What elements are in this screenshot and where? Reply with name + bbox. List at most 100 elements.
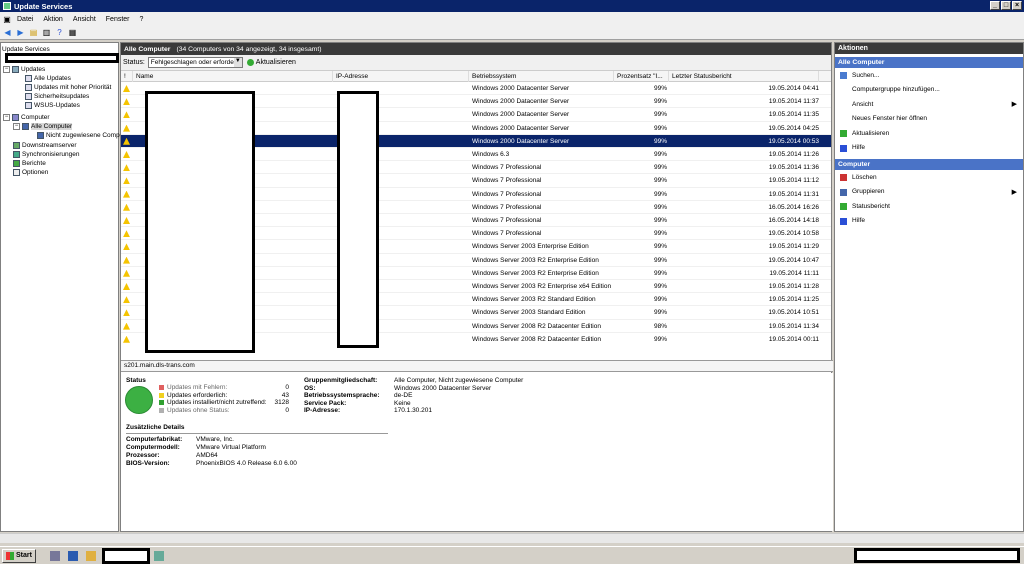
column-header-status[interactable]: ! xyxy=(121,71,133,82)
percent-cell: 99% xyxy=(653,203,667,211)
show-hide-tree-icon[interactable]: ▥ xyxy=(41,28,52,38)
os-cell: Windows Server 2008 R2 Datacenter Editio… xyxy=(472,335,601,343)
column-header-os[interactable]: Betriebssystem xyxy=(469,71,614,82)
warning-icon xyxy=(123,111,130,119)
tree-item-security[interactable]: Sicherheitsupdates xyxy=(25,92,89,101)
wsus-console-icon[interactable] xyxy=(153,550,164,561)
properties-icon[interactable]: ▦ xyxy=(67,28,78,38)
os-cell: Windows 7 Professional xyxy=(472,164,542,172)
action-label: Statusbericht xyxy=(852,202,890,210)
update-view-icon xyxy=(25,102,32,109)
redacted-ip-column xyxy=(337,91,379,348)
tree-item-reports[interactable]: Berichte xyxy=(13,159,46,168)
legend-label: Updates mit Fehlern: xyxy=(167,384,228,391)
tree-item-computer[interactable]: − Computer xyxy=(3,113,50,122)
tree-item-wsus[interactable]: WSUS-Updates xyxy=(25,101,80,110)
action-item[interactable]: Ansicht ▶ xyxy=(835,97,1023,112)
percent-cell: 99% xyxy=(653,256,667,264)
last-report-cell: 19.05.2014 11:35 xyxy=(768,111,819,119)
percent-cell: 99% xyxy=(653,98,667,106)
help-icon[interactable]: ? xyxy=(54,28,65,38)
search-icon xyxy=(840,72,847,79)
last-report-cell: 16.05.2014 16:26 xyxy=(768,203,819,211)
collapse-icon[interactable]: − xyxy=(13,123,20,130)
os-cell: Windows 2000 Datacenter Server xyxy=(472,111,570,119)
start-button[interactable]: Start xyxy=(2,548,36,563)
column-header-last-report[interactable]: Letzter Statusbericht xyxy=(669,71,819,82)
panel-header: Alle Computer (34 Computers von 34 angez… xyxy=(121,43,831,55)
menu-ansicht[interactable]: Ansicht xyxy=(68,16,101,23)
menu-bar: ▣ Datei Aktion Ansicht Fenster ? xyxy=(0,12,1024,26)
tree-item-high-priority[interactable]: Updates mit hoher Priorität xyxy=(25,83,111,92)
last-report-cell: 19.05.2014 11:25 xyxy=(768,296,819,304)
last-report-cell: 19.05.2014 11:28 xyxy=(768,283,819,290)
tree-item-updates[interactable]: − Updates xyxy=(3,65,45,74)
action-item[interactable]: Aktualisieren xyxy=(835,126,1023,141)
action-item[interactable]: Gruppieren ▶ xyxy=(835,185,1023,200)
legend-label: Updates installiert/nicht zutreffend: xyxy=(167,399,267,406)
os-cell: Windows Server 2003 R2 Enterprise Editio… xyxy=(472,256,599,264)
menu-aktion[interactable]: Aktion xyxy=(38,16,67,23)
status-dropdown[interactable]: Fehlgeschlagen oder erforderlic ▼ xyxy=(147,57,243,68)
action-item[interactable]: Löschen xyxy=(835,170,1023,185)
last-report-cell: 19.05.2014 10:47 xyxy=(768,256,819,264)
legend-label: Updates erforderlich: xyxy=(167,391,228,399)
last-report-cell: 19.05.2014 00:53 xyxy=(768,137,819,145)
os-cell: Windows 7 Professional xyxy=(472,217,542,224)
menu-help[interactable]: ? xyxy=(135,16,149,23)
tree-item-sync[interactable]: Synchronisierungen xyxy=(13,150,79,159)
server-manager-icon[interactable] xyxy=(49,550,60,561)
minimize-button[interactable]: _ xyxy=(990,1,1000,10)
action-item[interactable]: Computergruppe hinzufügen... xyxy=(835,83,1023,98)
action-item[interactable]: Hilfe xyxy=(835,141,1023,156)
back-icon[interactable]: ◀ xyxy=(2,28,13,38)
filter-bar: Status: Fehlgeschlagen oder erforderlic … xyxy=(121,55,831,71)
collapse-icon[interactable]: − xyxy=(3,66,10,73)
action-item[interactable]: Hilfe xyxy=(835,214,1023,229)
last-report-cell: 19.05.2014 11:37 xyxy=(768,98,819,106)
last-report-cell: 19.05.2014 11:31 xyxy=(768,190,819,198)
tree-item-unassigned[interactable]: Nicht zugewiesene Comp xyxy=(37,131,120,140)
tree-item-downstream[interactable]: Downstreamserver xyxy=(13,141,77,150)
warning-icon xyxy=(123,296,130,304)
column-header-percent[interactable]: Prozentsatz "I... xyxy=(614,71,669,82)
menu-datei[interactable]: Datei xyxy=(12,16,38,23)
actions-list-1: Suchen... Computergruppe hinzufügen... Ans… xyxy=(835,68,1023,155)
forward-icon[interactable]: ▶ xyxy=(15,28,26,38)
updates-icon xyxy=(12,66,19,73)
percent-cell: 99% xyxy=(653,230,667,238)
info-value: Keine xyxy=(394,399,411,407)
menu-fenster[interactable]: Fenster xyxy=(101,16,135,23)
os-cell: Windows 2000 Datacenter Server xyxy=(472,124,570,132)
collapse-icon[interactable]: − xyxy=(3,114,10,121)
window-title: Update Services xyxy=(14,1,73,11)
percent-cell: 99% xyxy=(653,111,667,119)
tree-item-options[interactable]: Optionen xyxy=(13,168,48,177)
action-item[interactable]: Suchen... xyxy=(835,68,1023,83)
close-button[interactable]: × xyxy=(1012,1,1022,10)
update-view-icon xyxy=(25,93,32,100)
column-header-name[interactable]: Name xyxy=(133,71,333,82)
refresh-button[interactable]: Aktualisieren xyxy=(246,59,296,66)
os-cell: Windows 6.3 xyxy=(472,151,510,158)
up-folder-icon[interactable]: ▤ xyxy=(28,28,39,38)
submenu-arrow-icon: ▶ xyxy=(1011,101,1017,108)
info-value: 170.1.30.201 xyxy=(394,407,432,414)
legend-value: 43 xyxy=(281,391,289,399)
legend-label: Updates ohne Status: xyxy=(167,406,230,414)
horizontal-scrollbar[interactable] xyxy=(0,533,1024,543)
warning-icon xyxy=(123,256,130,264)
actions-group-alle-computer: Alle Computer xyxy=(835,57,1023,68)
powershell-icon[interactable] xyxy=(67,550,78,561)
toolbar: ◀ ▶ ▤ ▥ ? ▦ xyxy=(0,26,1024,40)
tree-item-alle-computer[interactable]: − Alle Computer xyxy=(13,122,73,131)
delete-icon xyxy=(840,174,847,181)
redacted-tray xyxy=(854,548,1020,563)
info-key: OS: xyxy=(304,384,316,392)
action-item[interactable]: Neues Fenster hier öffnen xyxy=(835,112,1023,127)
column-header-ip[interactable]: IP-Adresse xyxy=(333,71,469,82)
maximize-button[interactable]: □ xyxy=(1001,1,1011,10)
action-item[interactable]: Statusbericht xyxy=(835,199,1023,214)
tree-item-alle-updates[interactable]: Alle Updates xyxy=(25,74,71,83)
explorer-icon[interactable] xyxy=(85,550,96,561)
